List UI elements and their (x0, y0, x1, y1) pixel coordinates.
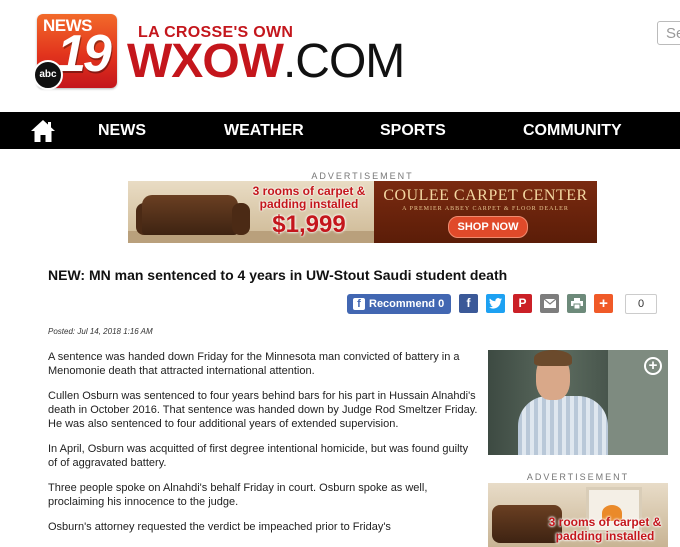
logo-number: 19 (57, 25, 112, 83)
twitter-icon[interactable] (486, 294, 505, 313)
site-name-logo[interactable]: WXOW.COM (127, 35, 405, 88)
article-paragraph: Three people spoke on Alnahdi's behalf F… (48, 482, 428, 508)
nav-item-sports[interactable]: SPORTS (380, 112, 446, 149)
ad-label-banner: ADVERTISEMENT (311, 171, 414, 181)
main-nav: NEWS WEATHER SPORTS COMMUNITY (0, 112, 680, 149)
pinterest-icon[interactable]: P (513, 294, 532, 313)
ad-label-sidebar: ADVERTISEMENT (526, 472, 630, 482)
abc-logo-icon: abc (33, 60, 63, 90)
posted-timestamp: Jul 14, 2018 1:16 AM (77, 327, 153, 336)
recommend-button[interactable]: f Recommend 0 (347, 294, 451, 314)
banner-ad-brand-panel: COULEE CARPET CENTER A PREMIER ABBEY CAR… (374, 181, 597, 243)
sidebar-ad-promo: 3 rooms of carpet & padding installed (548, 515, 662, 543)
article-photo[interactable] (488, 350, 668, 455)
banner-ad-brand-sub: A PREMIER ABBEY CARPET & FLOOR DEALER (402, 206, 569, 212)
expand-photo-icon[interactable]: + (644, 357, 662, 375)
facebook-icon: f (353, 298, 365, 310)
nav-item-community[interactable]: COMMUNITY (523, 112, 622, 149)
article-paragraph: Cullen Osburn was sentenced to four year… (48, 390, 478, 430)
search-input[interactable]: Se (657, 21, 680, 45)
email-icon[interactable] (540, 294, 559, 313)
banner-ad-brand: COULEE CARPET CENTER (383, 187, 588, 204)
article-paragraph: A sentence was handed down Friday for th… (48, 351, 460, 377)
news19-logo[interactable]: NEWS 19 abc (33, 14, 117, 90)
sidebar-ad[interactable]: 3 rooms of carpet & padding installed (488, 483, 668, 547)
share-count: 0 (625, 294, 657, 314)
recommend-label: Recommend 0 (369, 298, 445, 310)
banner-ad-price: $1,999 (272, 211, 346, 238)
site-name-main: WXOW (127, 35, 284, 88)
posted-date: Posted: Jul 14, 2018 1:16 AM (48, 327, 153, 336)
banner-ad-image: 3 rooms of carpet & padding installed $1… (128, 181, 374, 243)
more-icon[interactable]: + (594, 294, 613, 313)
home-icon[interactable] (30, 119, 56, 143)
article-headline: NEW: MN man sentenced to 4 years in UW-S… (48, 267, 508, 283)
article-body: A sentence was handed down Friday for th… (48, 350, 478, 545)
banner-ad-promo: 3 rooms of carpet & padding installed (252, 184, 366, 211)
article-paragraph: Osburn's attorney requested the verdict … (48, 521, 391, 533)
nav-item-weather[interactable]: WEATHER (224, 112, 304, 149)
posted-label: Posted: (48, 327, 76, 336)
site-header: NEWS 19 abc LA CROSSE'S OWN WXOW.COM Se (0, 0, 680, 112)
site-name-tld: .COM (282, 35, 405, 88)
print-icon[interactable] (567, 294, 586, 313)
shop-now-button[interactable]: SHOP NOW (448, 216, 528, 238)
facebook-icon[interactable]: f (459, 294, 478, 313)
article-paragraph: In April, Osburn was acquitted of first … (48, 443, 469, 469)
nav-item-news[interactable]: NEWS (98, 112, 146, 149)
banner-ad[interactable]: 3 rooms of carpet & padding installed $1… (128, 181, 597, 243)
